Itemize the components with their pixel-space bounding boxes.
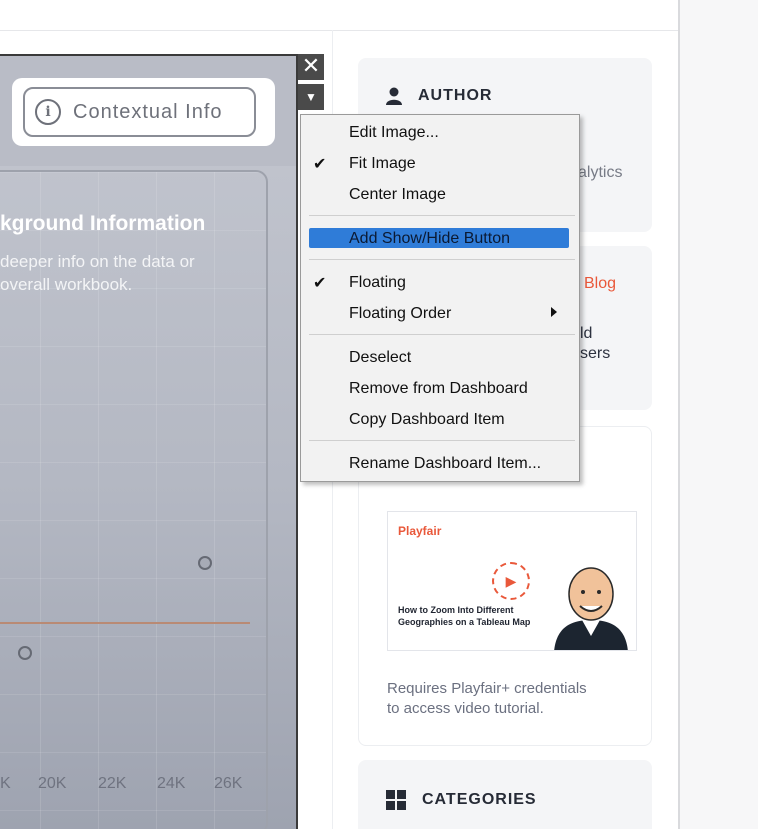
video-caption: Requires Playfair+ credentials to access… — [387, 679, 587, 719]
contextual-info-card: i Contextual Info — [12, 78, 275, 146]
menu-item-label: Center Image — [349, 186, 446, 203]
video-caption-line1: Requires Playfair+ credentials — [387, 680, 587, 697]
user-icon — [386, 87, 402, 105]
author-partial-text: alytics — [578, 164, 623, 181]
right-gutter — [678, 0, 758, 829]
background-desc-line2: overall workbook. — [0, 275, 133, 294]
menu-separator — [309, 334, 575, 335]
blog-partial-line2: sers — [580, 345, 611, 362]
menu-item-label: Edit Image... — [349, 124, 439, 141]
presenter-avatar — [554, 567, 628, 650]
menu-item-label: Fit Image — [349, 155, 416, 172]
scatter-point — [18, 646, 32, 660]
menu-item-rename-dashboard-item[interactable]: Rename Dashboard Item... — [301, 451, 579, 477]
grid-icon — [386, 790, 406, 810]
context-menu: Edit Image... ✔ Fit Image Center Image A… — [300, 114, 580, 482]
author-heading: AUTHOR — [386, 87, 492, 105]
playfair-logo: Playfair — [398, 524, 442, 538]
blog-partial-text: ld sers — [580, 324, 610, 364]
submenu-arrow-icon — [551, 307, 557, 317]
menu-item-label: Floating Order — [349, 305, 452, 322]
menu-item-label: Deselect — [349, 349, 412, 366]
menu-item-edit-image[interactable]: Edit Image... — [301, 120, 579, 146]
x-tick-label: 26K — [214, 775, 243, 792]
info-icon: i — [35, 99, 61, 125]
dashboard-header-area: i Contextual Info — [0, 56, 296, 166]
video-caption-line2: to access video tutorial. — [387, 700, 544, 717]
menu-item-label: Remove from Dashboard — [349, 380, 528, 397]
menu-item-label: Rename Dashboard Item... — [349, 455, 542, 472]
background-info-title: kground Information — [0, 212, 206, 235]
categories-heading: CATEGORIES — [386, 790, 537, 810]
checkmark-icon: ✔ — [313, 275, 327, 292]
menu-item-floating-order[interactable]: Floating Order — [301, 301, 579, 327]
menu-item-label: Copy Dashboard Item — [349, 411, 505, 428]
menu-item-fit-image[interactable]: ✔ Fit Image — [301, 151, 579, 177]
video-title: How to Zoom Into Different Geographies o… — [398, 605, 531, 627]
contextual-info-label: Contextual Info — [73, 100, 223, 123]
video-thumbnail[interactable]: Playfair ▶ How to Zoom Into Different Ge… — [387, 511, 637, 651]
categories-card: CATEGORIES — [358, 760, 652, 829]
checkmark-icon: ✔ — [313, 156, 327, 173]
x-tick-label: 22K — [98, 775, 127, 792]
menu-separator — [309, 215, 575, 216]
play-icon[interactable]: ▶ — [492, 562, 530, 600]
menu-separator — [309, 259, 575, 260]
menu-separator — [309, 440, 575, 441]
menu-item-floating[interactable]: ✔ Floating — [301, 270, 579, 296]
background-desc-line1: deeper info on the data or — [0, 252, 195, 271]
x-tick-label: 24K — [157, 775, 186, 792]
scatter-point — [198, 556, 212, 570]
dashboard-image-object[interactable]: i Contextual Info kground Information de… — [0, 54, 298, 829]
blog-link[interactable]: Blog — [584, 275, 616, 293]
background-info-description: deeper info on the data or overall workb… — [0, 250, 195, 296]
menu-item-center-image[interactable]: Center Image — [301, 182, 579, 208]
more-options-icon[interactable]: ▼ — [298, 84, 324, 110]
contextual-info-button[interactable]: i Contextual Info — [23, 87, 256, 137]
menu-item-deselect[interactable]: Deselect — [301, 345, 579, 371]
top-divider — [0, 30, 678, 31]
categories-heading-label: CATEGORIES — [422, 791, 537, 808]
menu-item-label: Add Show/Hide Button — [349, 230, 510, 247]
x-tick-label: K — [0, 775, 11, 792]
menu-item-label: Floating — [349, 274, 406, 291]
menu-item-copy-dashboard-item[interactable]: Copy Dashboard Item — [301, 407, 579, 433]
menu-item-remove-from-dashboard[interactable]: Remove from Dashboard — [301, 376, 579, 402]
reference-line — [0, 622, 250, 624]
close-icon[interactable]: ✕ — [298, 54, 324, 80]
author-heading-label: AUTHOR — [418, 87, 493, 104]
screenshot: i Contextual Info kground Information de… — [0, 0, 758, 829]
blog-partial-line1: ld — [580, 325, 593, 342]
x-tick-label: 20K — [38, 775, 67, 792]
menu-item-add-show-hide-button[interactable]: Add Show/Hide Button — [301, 226, 579, 252]
